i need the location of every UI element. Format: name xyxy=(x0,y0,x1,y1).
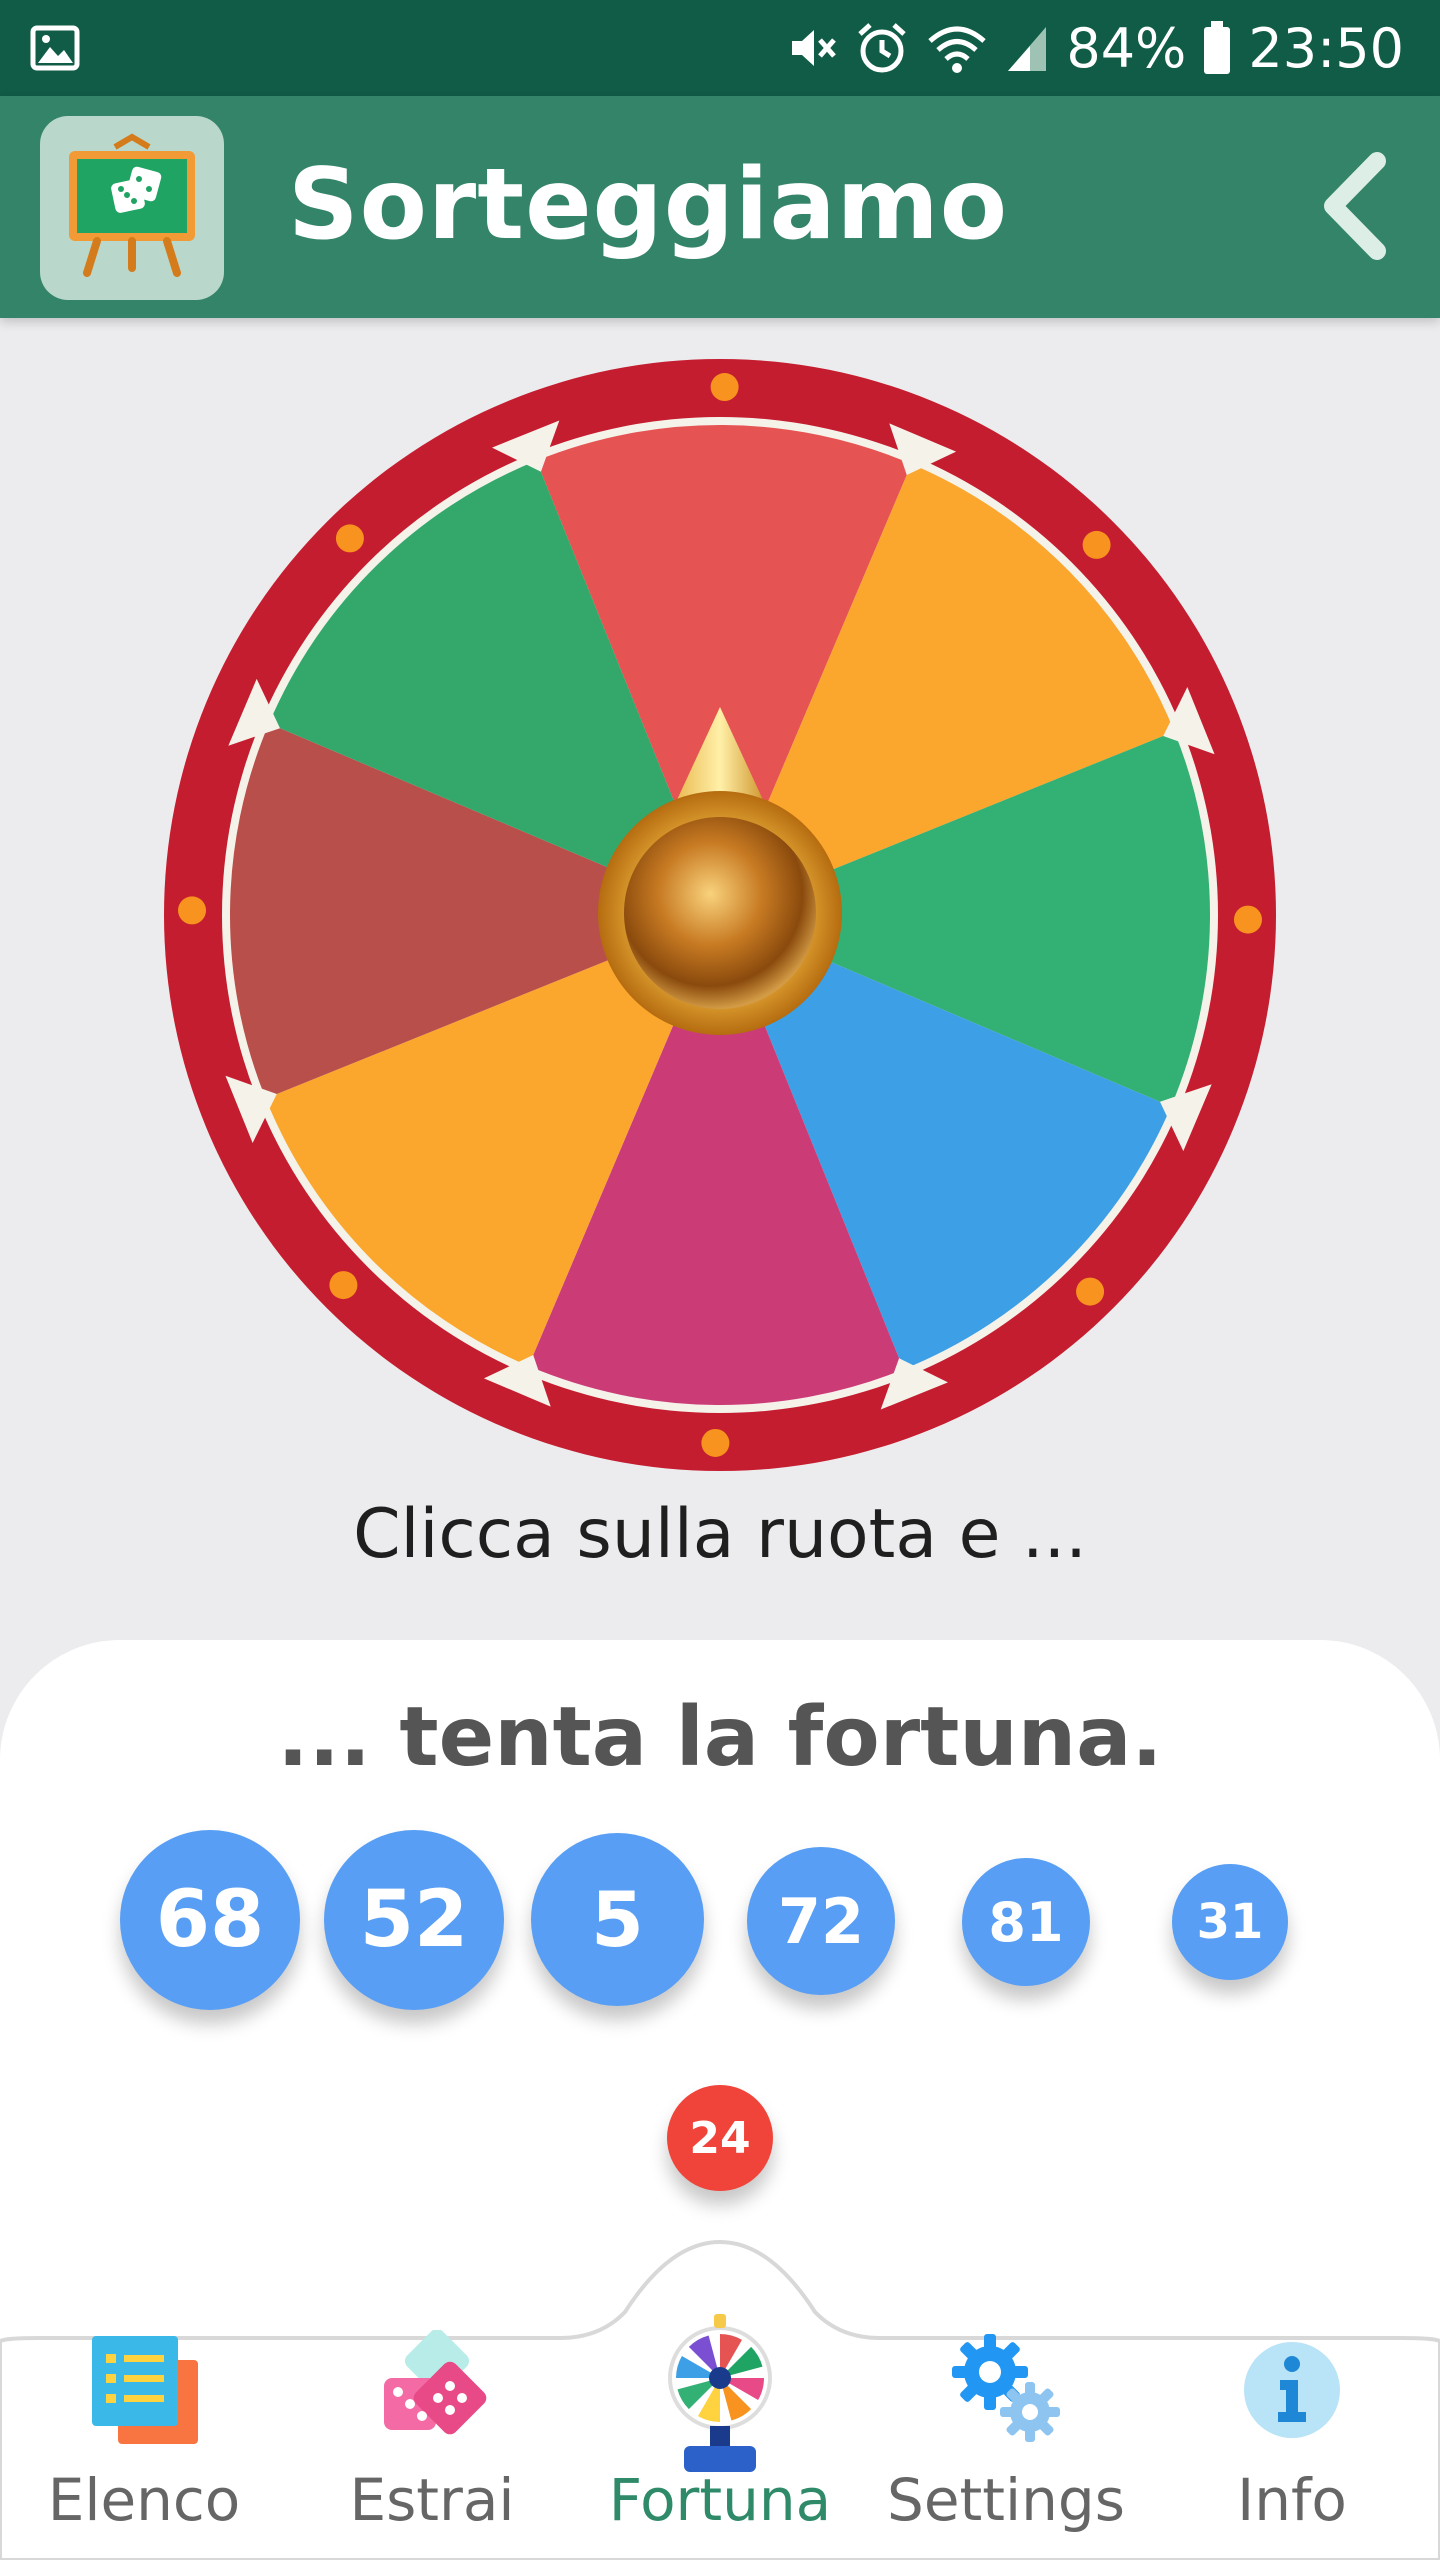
fortune-wheel[interactable] xyxy=(160,355,1280,1475)
alarm-icon xyxy=(854,20,910,76)
nav-label: Settings xyxy=(887,2466,1125,2534)
wifi-icon xyxy=(926,21,988,75)
wheel-icon xyxy=(668,2314,772,2472)
app-bar: Sorteggiamo xyxy=(0,96,1440,318)
image-icon xyxy=(30,25,80,71)
dice-icon xyxy=(384,2330,487,2435)
drawn-number: 5 xyxy=(531,1833,704,2006)
wheel-light xyxy=(178,896,207,925)
last-drawn-number: 24 xyxy=(667,2085,773,2191)
battery-icon xyxy=(1202,20,1232,76)
drawn-number: 68 xyxy=(120,1830,300,2010)
wheel-hint: Clicca sulla ruota e ... xyxy=(353,1495,1087,1574)
app-title: Sorteggiamo xyxy=(288,148,1009,262)
signal-icon xyxy=(1004,21,1050,75)
wheel-hub xyxy=(624,817,816,1009)
drawn-number: 31 xyxy=(1172,1864,1288,1980)
nav-item-info[interactable]: Info xyxy=(1152,2330,1432,2560)
gears-icon xyxy=(952,2334,1060,2442)
wheel-light xyxy=(710,373,739,402)
drawn-number: 81 xyxy=(962,1858,1090,1986)
wheel-light xyxy=(701,1428,730,1457)
nav-item-estrai[interactable]: Estrai xyxy=(292,2330,572,2560)
mute-icon xyxy=(784,21,838,75)
nav-item-settings[interactable]: Settings xyxy=(866,2330,1146,2560)
nav-item-elenco[interactable]: Elenco xyxy=(4,2330,284,2560)
drawn-number: 52 xyxy=(324,1830,504,2010)
chevron-left-icon xyxy=(1324,152,1386,260)
clock: 23:50 xyxy=(1248,16,1404,80)
wheel-light xyxy=(1233,905,1262,934)
app-logo xyxy=(40,116,224,300)
battery-level: 84% xyxy=(1066,16,1187,80)
nav-label: Elenco xyxy=(47,2466,241,2534)
info-icon xyxy=(1244,2342,1340,2438)
nav-item-fortuna[interactable]: Fortuna xyxy=(580,2314,860,2560)
status-bar: 84% 23:50 xyxy=(0,0,1440,96)
wheel-light xyxy=(329,1271,358,1300)
list-icon xyxy=(92,2336,198,2444)
results-title: ... tenta la fortuna. xyxy=(277,1690,1163,1785)
dice-board-icon xyxy=(69,133,195,277)
nav-label: Fortuna xyxy=(608,2466,832,2534)
nav-label: Info xyxy=(1237,2466,1347,2534)
back-button[interactable] xyxy=(1300,151,1410,261)
wheel-light xyxy=(335,524,364,553)
wheel-light xyxy=(1082,530,1111,559)
nav-label: Estrai xyxy=(349,2466,515,2534)
drawn-number: 72 xyxy=(747,1847,895,1995)
wheel-light xyxy=(1076,1277,1105,1306)
